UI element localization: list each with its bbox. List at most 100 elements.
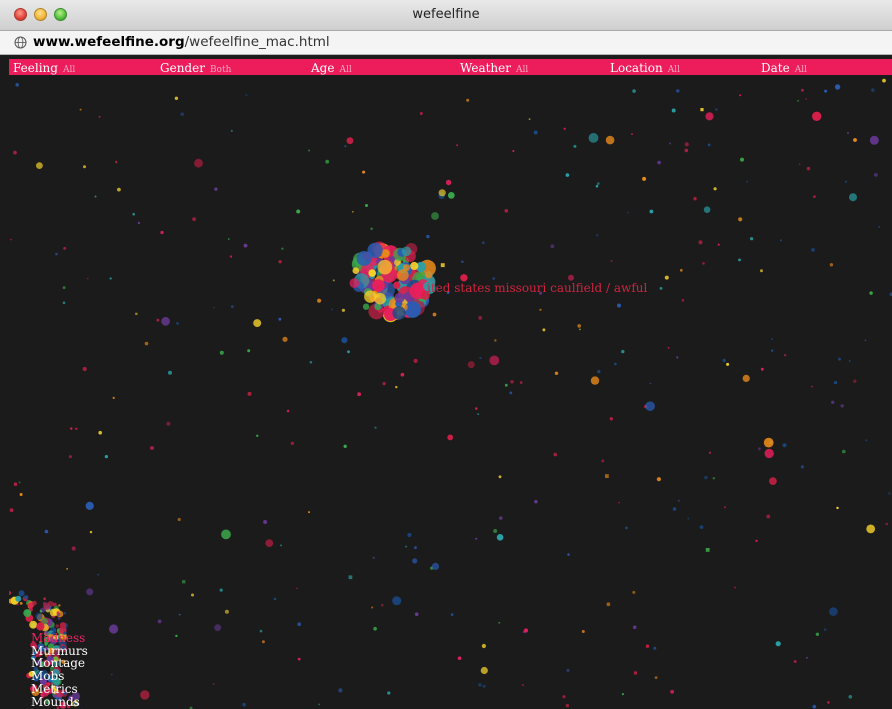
feeling-particle[interactable] [866, 524, 876, 534]
feeling-particle[interactable] [499, 516, 503, 520]
feeling-particle[interactable] [667, 346, 670, 349]
feeling-particle[interactable] [194, 158, 203, 168]
feeling-particle[interactable] [362, 170, 366, 174]
feeling-particle[interactable] [873, 173, 878, 177]
feeling-particle[interactable] [579, 328, 581, 331]
feeling-particle[interactable] [132, 212, 135, 216]
feeling-particle[interactable] [157, 619, 162, 624]
feeling-particle[interactable] [19, 493, 23, 496]
feeling-particle[interactable] [844, 180, 848, 183]
feeling-particle[interactable] [840, 404, 844, 408]
feeling-particle[interactable] [475, 537, 478, 540]
feeling-particle[interactable] [566, 668, 570, 672]
feeling-particle[interactable] [373, 626, 377, 631]
feeling-particle[interactable] [374, 292, 387, 305]
feeling-particle[interactable] [521, 684, 524, 686]
feeling-particle[interactable] [554, 371, 559, 375]
feeling-particle[interactable] [214, 624, 222, 632]
feeling-particle[interactable] [618, 501, 620, 504]
feeling-particle[interactable] [341, 308, 345, 312]
feeling-particle[interactable] [496, 534, 504, 541]
feeling-particle[interactable] [56, 611, 60, 614]
feeling-particle[interactable] [606, 602, 611, 607]
feeling-particle[interactable] [55, 252, 58, 256]
feeling-particle[interactable] [581, 630, 585, 633]
feeling-particle[interactable] [224, 609, 229, 614]
feeling-particle[interactable] [344, 145, 347, 148]
feeling-particle[interactable] [278, 260, 282, 264]
feeling-particle[interactable] [150, 446, 154, 450]
feeling-particle[interactable] [596, 234, 599, 237]
feeling-particle[interactable] [676, 89, 680, 93]
feeling-particle[interactable] [563, 127, 566, 130]
feeling-particle[interactable] [55, 624, 59, 628]
feeling-particle[interactable] [605, 135, 615, 145]
feeling-particle[interactable] [771, 349, 774, 352]
feeling-particle[interactable] [63, 612, 66, 615]
feeling-particle[interactable] [221, 529, 231, 540]
feeling-particle[interactable] [426, 234, 430, 239]
feeling-particle[interactable] [256, 434, 259, 437]
feeling-particle[interactable] [62, 301, 66, 305]
feeling-particle[interactable] [750, 237, 754, 241]
feeling-particle[interactable] [357, 392, 361, 397]
filter-weather[interactable]: Weather All [460, 59, 528, 75]
feeling-particle[interactable] [815, 632, 820, 636]
filter-location[interactable]: Location All [610, 59, 680, 75]
feeling-particle[interactable] [62, 286, 66, 289]
feeling-particle[interactable] [758, 447, 761, 451]
feeling-particle[interactable] [308, 149, 311, 152]
feeling-particle[interactable] [726, 362, 730, 366]
feeling-particle[interactable] [653, 646, 657, 650]
feeling-particle[interactable] [297, 622, 302, 626]
feeling-particle[interactable] [265, 539, 274, 547]
feeling-particle[interactable] [498, 621, 501, 624]
feeling-particle[interactable] [247, 391, 252, 396]
feeling-particle[interactable] [397, 269, 409, 281]
feeling-particle[interactable] [632, 625, 637, 630]
feeling-particle[interactable] [482, 684, 486, 688]
feeling-particle[interactable] [670, 689, 674, 694]
feeling-particle[interactable] [812, 111, 822, 121]
feeling-particle[interactable] [63, 246, 67, 250]
filter-feeling[interactable]: Feeling All [13, 59, 75, 75]
feeling-particle[interactable] [565, 703, 570, 708]
feeling-particle[interactable] [519, 381, 523, 384]
feeling-particle[interactable] [713, 187, 717, 191]
feeling-particle[interactable] [16, 603, 19, 606]
feeling-particle[interactable] [219, 350, 224, 355]
feeling-particle[interactable] [577, 324, 581, 328]
feeling-particle[interactable] [343, 444, 347, 448]
feeling-particle[interactable] [482, 241, 485, 244]
feeling-particle[interactable] [504, 209, 509, 213]
feeling-particle[interactable] [827, 701, 830, 704]
feeling-particle[interactable] [352, 267, 360, 274]
feeling-particle[interactable] [766, 514, 771, 519]
feeling-particle[interactable] [738, 217, 743, 222]
feeling-particle[interactable] [755, 539, 758, 542]
feeling-particle[interactable] [849, 193, 857, 202]
feeling-particle[interactable] [175, 634, 178, 638]
feeling-particle[interactable] [395, 385, 398, 389]
feeling-particle[interactable] [245, 94, 248, 97]
feeling-particle[interactable] [703, 206, 711, 213]
feeling-particle[interactable] [824, 89, 828, 93]
feeling-particle[interactable] [440, 263, 445, 268]
feeling-particle[interactable] [110, 673, 113, 676]
feeling-particle[interactable] [115, 160, 118, 163]
feeling-particle[interactable] [281, 247, 284, 250]
feeling-particle[interactable] [273, 597, 277, 601]
feeling-particle[interactable] [182, 580, 186, 584]
feeling-particle[interactable] [160, 230, 164, 235]
feeling-particle[interactable] [836, 506, 839, 510]
feeling-particle[interactable] [494, 339, 497, 342]
feeling-particle[interactable] [377, 259, 393, 275]
feeling-particle[interactable] [456, 144, 459, 147]
feeling-particle[interactable] [392, 306, 406, 320]
feeling-particle[interactable] [723, 506, 727, 509]
feeling-particle[interactable] [98, 430, 102, 435]
feeling-particle[interactable] [58, 604, 61, 607]
feeling-particle[interactable] [805, 98, 808, 100]
feeling-particle[interactable] [13, 150, 17, 155]
feeling-particle[interactable] [864, 339, 867, 342]
